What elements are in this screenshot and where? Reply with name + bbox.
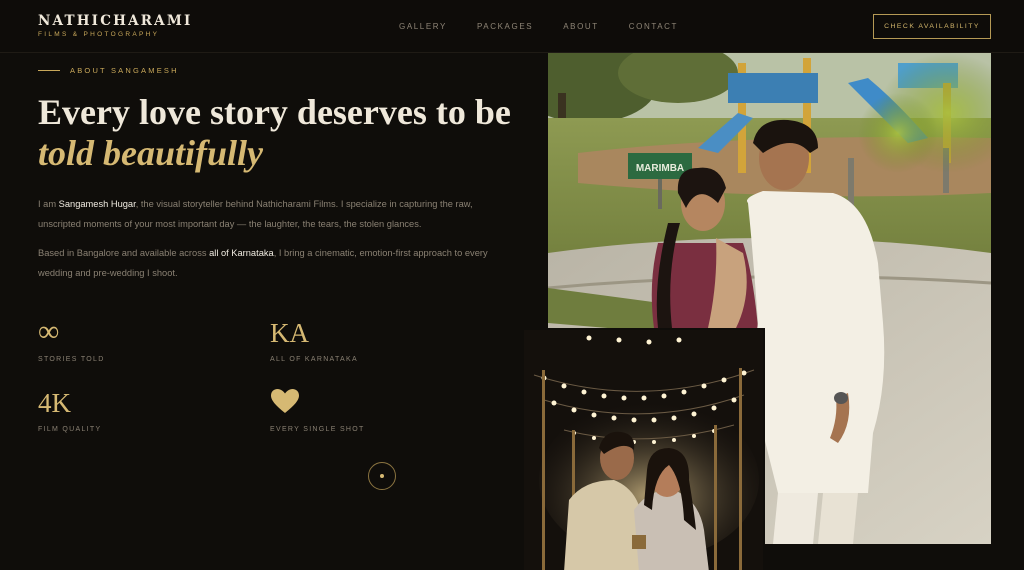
- p2-pre: Based in Bangalore and available across: [38, 248, 210, 258]
- stat-stories: ∞ STORIES TOLD: [38, 315, 105, 364]
- headline-line-1: Every love story deserves to be: [38, 92, 511, 132]
- p1-pre: I am: [38, 199, 59, 209]
- headline-line-2: told beautifully: [38, 133, 263, 173]
- stat-every-shot: EVERY SINGLE SHOT: [270, 388, 365, 433]
- stat-quality-label: FILM QUALITY: [38, 426, 102, 433]
- stat-every-shot-label: EVERY SINGLE SHOT: [270, 426, 365, 433]
- nav-contact[interactable]: CONTACT: [629, 22, 678, 31]
- brand-name: NATHICHARAMI: [38, 13, 193, 29]
- heart-icon: [270, 388, 365, 420]
- couple-photo-night-illustration: [524, 330, 763, 570]
- stat-stories-label: STORIES TOLD: [38, 356, 105, 363]
- stat-karnataka: KA ALL OF KARNATAKA: [270, 318, 358, 363]
- stat-quality-value: 4K: [38, 388, 71, 418]
- stat-karnataka-value: KA: [270, 318, 309, 348]
- stat-karnataka-label: ALL OF KARNATAKA: [270, 356, 358, 363]
- p2-highlight: all of Karnataka: [209, 248, 274, 258]
- park-sign-text: MARIMBA: [636, 163, 684, 174]
- about-headline: Every love story deserves to be told bea…: [38, 92, 518, 174]
- section-eyebrow: ABOUT SANGAMESH: [38, 66, 179, 75]
- eyebrow-divider: [38, 70, 60, 71]
- check-availability-button[interactable]: CHECK AVAILABILITY: [873, 14, 991, 39]
- stat-stories-value: ∞: [38, 315, 60, 348]
- p1-name: Sangamesh Hugar: [58, 199, 136, 209]
- scroll-indicator-icon[interactable]: [368, 462, 396, 490]
- brand-tagline: FILMS & PHOTOGRAPHY: [38, 31, 160, 38]
- eyebrow-label: ABOUT SANGAMESH: [70, 66, 179, 75]
- about-paragraph-1: I am Sangamesh Hugar, the visual storyte…: [38, 194, 488, 234]
- scroll-dot: [380, 474, 384, 478]
- couple-photo-night: [524, 328, 765, 570]
- site-header: NATHICHARAMI FILMS & PHOTOGRAPHY GALLERY…: [0, 0, 1024, 53]
- nav-about[interactable]: ABOUT: [563, 22, 599, 31]
- nav-gallery[interactable]: GALLERY: [399, 22, 447, 31]
- main-nav: GALLERY PACKAGES ABOUT CONTACT: [399, 22, 708, 31]
- stat-quality: 4K FILM QUALITY: [38, 388, 101, 433]
- brand-logo[interactable]: NATHICHARAMI FILMS & PHOTOGRAPHY: [38, 13, 193, 38]
- nav-packages[interactable]: PACKAGES: [477, 22, 533, 31]
- about-paragraph-2: Based in Bangalore and available across …: [38, 243, 488, 283]
